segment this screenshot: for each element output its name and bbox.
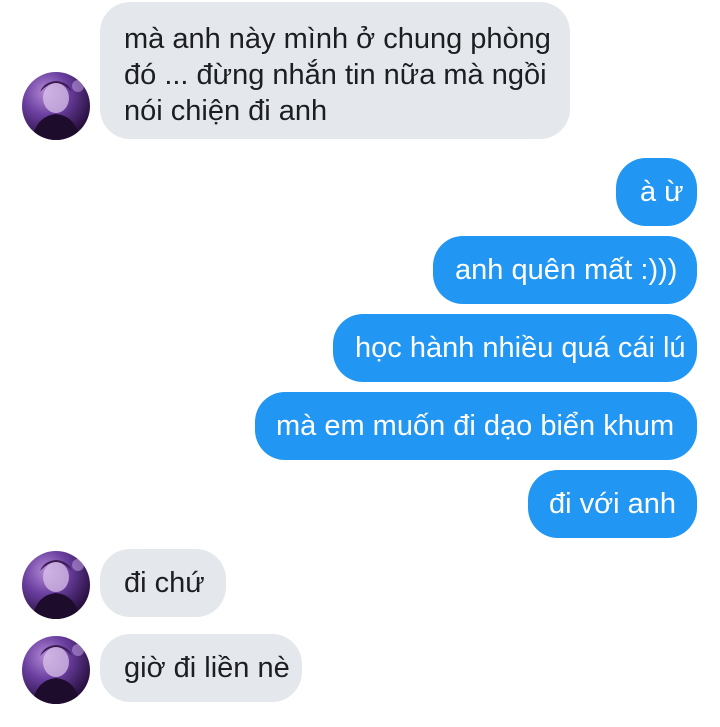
message-line: nói chiện đi anh: [124, 95, 328, 127]
outgoing-message-bubble[interactable]: học hành nhiều quá cái lú: [333, 314, 697, 382]
incoming-message-bubble[interactable]: đi chứ: [100, 549, 226, 617]
contact-avatar[interactable]: [22, 72, 90, 140]
message-text: à ừ: [640, 176, 684, 208]
message-text: đi chứ: [124, 567, 205, 599]
message-line: mà anh này mình ở chung phòng: [124, 23, 551, 55]
incoming-message-bubble[interactable]: mà anh này mình ở chung phòng đó ... đừn…: [100, 2, 570, 139]
message-text: đi với anh: [549, 488, 677, 520]
message-text: anh quên mất :))): [455, 254, 678, 286]
message-line: đó ... đừng nhắn tin nữa mà ngồi: [124, 59, 547, 91]
message-text: mà em muốn đi dạo biển khum: [276, 410, 675, 442]
outgoing-message-bubble[interactable]: anh quên mất :))): [433, 236, 697, 304]
message-text: giờ đi liền nè: [124, 652, 290, 684]
contact-avatar[interactable]: [22, 636, 90, 704]
outgoing-message-bubble[interactable]: à ừ: [616, 158, 697, 226]
message-text: học hành nhiều quá cái lú: [355, 332, 686, 364]
contact-avatar[interactable]: [22, 551, 90, 619]
outgoing-message-bubble[interactable]: đi với anh: [528, 470, 697, 538]
outgoing-message-bubble[interactable]: mà em muốn đi dạo biển khum: [255, 392, 697, 460]
incoming-message-bubble[interactable]: giờ đi liền nè: [100, 634, 302, 702]
avatar-photo-icon: [32, 80, 84, 140]
chat-thread: mà anh này mình ở chung phòng đó ... đừn…: [0, 0, 720, 727]
avatar-photo-icon: [32, 644, 84, 704]
avatar-photo-icon: [32, 559, 84, 619]
